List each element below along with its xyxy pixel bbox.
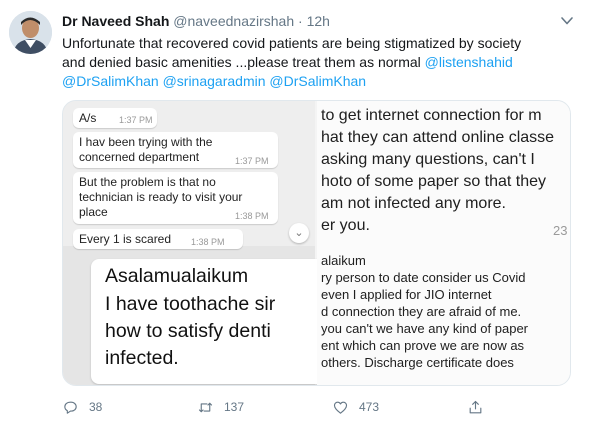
right-msg-line-7: others. Discharge certificate does xyxy=(321,355,514,370)
right-text-line-3: asking many questions, can't I xyxy=(321,151,535,168)
right-text-line-4: hoto of some paper so that they xyxy=(321,173,547,190)
reply-icon xyxy=(64,401,77,414)
right-text-line-5: am not infected any more. xyxy=(321,195,506,212)
right-counter: 23 xyxy=(553,223,568,238)
reply-count: 38 xyxy=(89,400,103,414)
like-count: 473 xyxy=(359,400,380,414)
chat-msg2-line-1: But the problem is that no xyxy=(79,175,216,189)
tweet-text: Unfortunate that recovered covid patient… xyxy=(62,34,574,91)
author-handle[interactable]: @naveednazirshah xyxy=(173,13,294,29)
more-options-chevron-icon[interactable] xyxy=(559,14,575,28)
right-msg-line-4: d connection they are afraid of me. xyxy=(321,304,522,319)
chat-msg3-time: 1:38 PM xyxy=(191,237,225,247)
avatar[interactable] xyxy=(9,11,52,54)
chat-msg2-time: 1:38 PM xyxy=(235,211,269,221)
tweet-header: Dr Naveed Shah @naveednazirshah · 12h xyxy=(62,12,330,30)
right-msg-line-5: you can't we have any kind of paper xyxy=(321,321,529,336)
retweet-icon xyxy=(198,402,213,412)
tweet-text-line-1: Unfortunate that recovered covid patient… xyxy=(62,35,522,51)
right-msg-line-6: ent which can prove we are now as xyxy=(321,338,525,353)
chat-msg3-text: Every 1 is scared xyxy=(79,232,172,246)
right-text-line-6: er you. xyxy=(321,217,370,234)
share-icon xyxy=(469,400,482,413)
right-text-line-2: hat they can attend online classe xyxy=(321,129,555,146)
right-msg-line-1: alaikum xyxy=(321,253,366,268)
chat-bubble-large: Asalamualaikum I have toothache sir how … xyxy=(91,259,329,384)
big-msg-line-2: I have toothache sir xyxy=(105,293,276,315)
right-msg-line-2: ry person to date consider us Covid xyxy=(321,270,526,285)
retweet-button[interactable]: 137 xyxy=(197,397,244,417)
mention-link[interactable]: @listenshahid xyxy=(425,54,513,70)
chat-msg2-line-2: technician is ready to visit your xyxy=(79,190,243,204)
tweet-mentions-line[interactable]: @DrSalimKhan @srinagaradmin @DrSalimKhan xyxy=(62,72,574,91)
tweet-actions: 38 137 473 xyxy=(62,397,582,419)
chat-bubble-1: I hav been trying with the concerned dep… xyxy=(73,132,278,168)
share-button[interactable] xyxy=(467,397,494,417)
author-name[interactable]: Dr Naveed Shah xyxy=(62,13,169,29)
scroll-down-chevron-icon[interactable]: ⌄ xyxy=(289,223,309,243)
message-screenshot[interactable]: to get internet connection for m hat the… xyxy=(317,101,570,385)
retweet-count: 137 xyxy=(224,400,245,414)
chat-header-text: A/s xyxy=(79,111,97,125)
tweet-time[interactable]: 12h xyxy=(307,13,330,29)
right-text-line-1: to get internet connection for m xyxy=(321,107,542,124)
chat-msg1-line-1: I hav been trying with the xyxy=(79,135,213,149)
tweet-text-line-2-body: and denied basic amenities ...please tre… xyxy=(62,54,421,70)
big-msg-line-1: Asalamualaikum xyxy=(105,265,249,287)
profile-photo-icon xyxy=(9,11,52,54)
heart-icon xyxy=(333,401,348,414)
chat-bubble-3: Every 1 is scared 1:38 PM xyxy=(73,229,243,249)
right-msg-line-3: even I applied for JIO internet xyxy=(321,287,492,302)
chat-header-time: 1:37 PM xyxy=(119,115,153,125)
big-msg-line-4: infected. xyxy=(105,347,179,369)
reply-button[interactable]: 38 xyxy=(62,397,102,417)
big-msg-line-3: how to satisfy denti xyxy=(105,320,271,342)
chat-msg1-time: 1:37 PM xyxy=(235,156,269,166)
chat-bubble-2: But the problem is that no technician is… xyxy=(73,172,278,224)
like-button[interactable]: 473 xyxy=(332,397,379,417)
chat-bubble-header: A/s 1:37 PM xyxy=(73,108,157,128)
time-separator: · xyxy=(298,13,303,29)
tweet-media[interactable]: A/s 1:37 PM I hav been trying with the c… xyxy=(62,100,571,386)
tweet-text-line-2: and denied basic amenities ...please tre… xyxy=(62,53,574,72)
